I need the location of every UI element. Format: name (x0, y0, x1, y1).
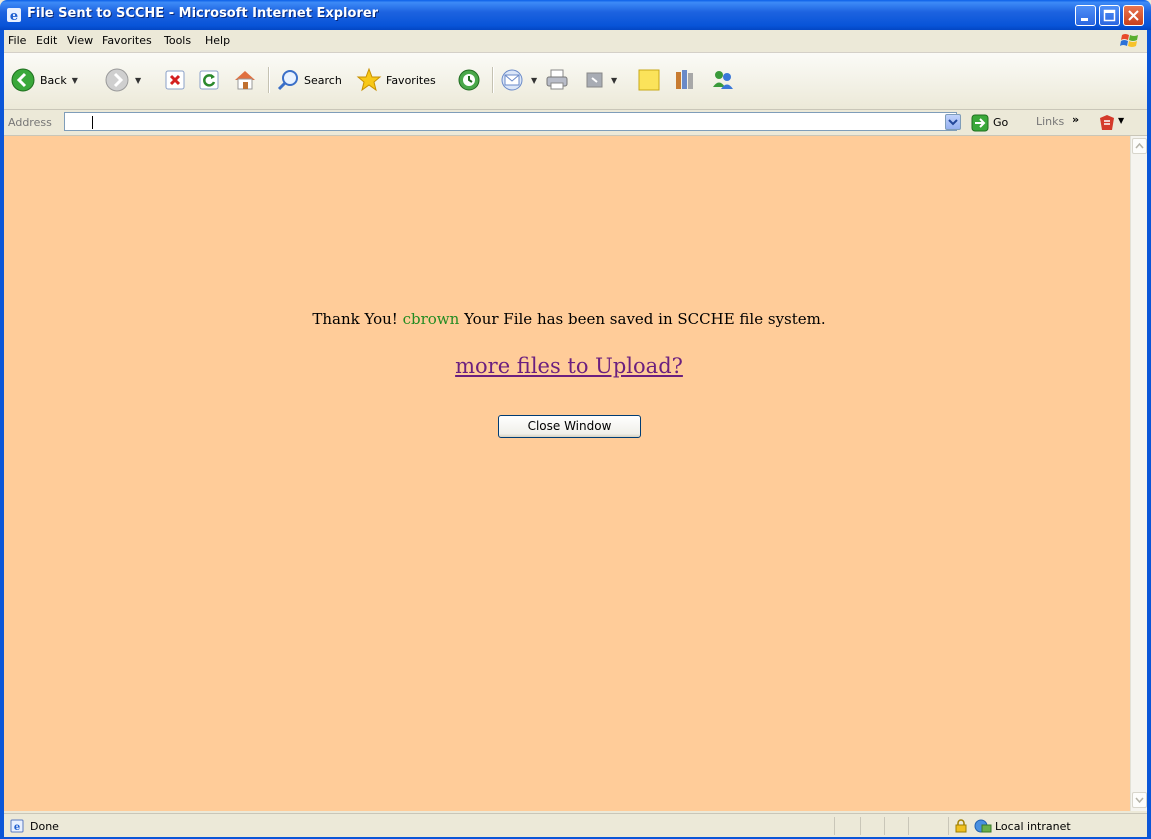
chevron-up-icon (1135, 142, 1144, 149)
status-pane (908, 817, 909, 835)
back-dropdown-icon[interactable]: ▼ (72, 76, 78, 85)
zone-label: Local intranet (995, 819, 1071, 833)
menu-view[interactable]: View (67, 34, 93, 47)
refresh-button[interactable] (198, 63, 220, 97)
status-pane (948, 817, 949, 835)
favorites-label: Favorites (386, 73, 436, 87)
status-pane (834, 817, 835, 835)
window-right-border (1147, 30, 1151, 839)
history-icon (458, 69, 480, 91)
close-window-button[interactable] (1123, 5, 1144, 26)
history-button[interactable] (456, 63, 482, 97)
text-caret (92, 116, 93, 129)
toolbar-separator (492, 67, 494, 93)
maximize-icon (1103, 9, 1116, 22)
home-icon (235, 71, 255, 90)
window-left-border (0, 30, 4, 839)
lock-icon (955, 819, 967, 833)
mail-button[interactable]: ▼ (500, 63, 537, 97)
stop-button[interactable] (164, 63, 186, 97)
address-bar: Address Go Links » ▼ (4, 110, 1147, 136)
pdf-dropdown-icon[interactable]: ▼ (1118, 116, 1124, 125)
toolbar-separator (268, 67, 270, 93)
status-text: Done (30, 820, 59, 833)
menu-tools[interactable]: Tools (164, 34, 191, 47)
address-input[interactable] (64, 112, 957, 131)
local-intranet-icon (974, 819, 992, 833)
edit-page-icon (586, 72, 603, 88)
username: cbrown (402, 310, 460, 328)
window-title: File Sent to SCCHE - Microsoft Internet … (27, 6, 379, 21)
svg-text:e: e (14, 822, 20, 833)
back-arrow-icon (11, 68, 35, 92)
minimize-button[interactable] (1075, 5, 1096, 26)
back-label: Back (40, 73, 67, 87)
pdf-tool-icon[interactable] (1098, 114, 1116, 132)
thanks-suffix: Your File has been saved in SCCHE file s… (464, 310, 826, 328)
forward-dropdown-icon[interactable]: ▼ (135, 76, 141, 85)
vertical-scrollbar[interactable] (1130, 136, 1148, 811)
printer-icon (546, 69, 568, 90)
chevron-down-icon (948, 119, 958, 126)
menu-help[interactable]: Help (205, 34, 230, 47)
mail-dropdown-icon[interactable]: ▼ (531, 76, 537, 85)
links-chevron-icon[interactable]: » (1072, 113, 1079, 126)
go-button[interactable]: Go (971, 113, 1008, 132)
stop-icon (165, 70, 185, 90)
windows-logo-icon (1120, 34, 1138, 47)
confirmation-message: Thank You! cbrown Your File has been sav… (4, 310, 1130, 328)
back-button[interactable]: Back ▼ (10, 63, 78, 97)
edit-button[interactable]: ▼ (584, 63, 617, 97)
browser-window: e File Sent to SCCHE - Microsoft Interne… (0, 0, 1151, 839)
links-label[interactable]: Links (1036, 115, 1064, 128)
thanks-prefix: Thank You! (312, 310, 398, 328)
search-icon (277, 70, 298, 91)
edit-dropdown-icon[interactable]: ▼ (611, 76, 617, 85)
status-pane (884, 817, 885, 835)
scroll-down-button[interactable] (1132, 792, 1147, 808)
forward-button[interactable]: ▼ (104, 63, 141, 97)
search-button[interactable]: Search (276, 63, 342, 97)
forward-arrow-icon (105, 68, 129, 92)
menu-file[interactable]: File (8, 34, 26, 47)
address-dropdown-button[interactable] (945, 114, 961, 130)
home-button[interactable] (232, 63, 258, 97)
menu-bar: File Edit View Favorites Tools Help (4, 30, 1147, 53)
status-pane (860, 817, 861, 835)
discuss-button[interactable] (636, 63, 662, 97)
upload-link-container: more files to Upload? (4, 354, 1130, 378)
menu-edit[interactable]: Edit (36, 34, 57, 47)
chevron-down-icon (1135, 797, 1144, 804)
mail-icon (501, 69, 523, 91)
research-books-icon (676, 70, 693, 89)
ie-icon: e (7, 8, 21, 23)
favorites-button[interactable]: Favorites (356, 63, 436, 97)
go-label: Go (993, 116, 1009, 129)
search-label: Search (304, 73, 342, 87)
address-label: Address (8, 116, 52, 129)
print-button[interactable] (544, 63, 570, 97)
page-done-icon: e (10, 819, 24, 833)
status-bar: e Done Local intranet (4, 813, 1147, 838)
favorites-star-icon (356, 67, 382, 92)
go-arrow-icon (971, 114, 989, 131)
minimize-icon (1081, 18, 1088, 21)
more-files-link[interactable]: more files to Upload? (455, 354, 683, 378)
standard-toolbar: Back ▼ ▼ Search Favorites ▼ ▼ (4, 53, 1147, 110)
menu-favorites[interactable]: Favorites (102, 34, 152, 47)
title-bar[interactable]: e File Sent to SCCHE - Microsoft Interne… (0, 0, 1151, 30)
security-zone: Local intranet (954, 818, 1071, 834)
messenger-icon (713, 71, 733, 89)
research-button[interactable] (672, 63, 698, 97)
note-icon (638, 69, 660, 91)
close-icon (1128, 10, 1139, 21)
messenger-button[interactable] (710, 63, 736, 97)
close-window-page-button[interactable]: Close Window (498, 415, 641, 438)
refresh-icon (199, 70, 219, 90)
page-content: Thank You! cbrown Your File has been sav… (4, 136, 1130, 811)
scroll-up-button[interactable] (1132, 138, 1147, 154)
svg-text:e: e (10, 9, 18, 23)
maximize-button[interactable] (1099, 5, 1120, 26)
